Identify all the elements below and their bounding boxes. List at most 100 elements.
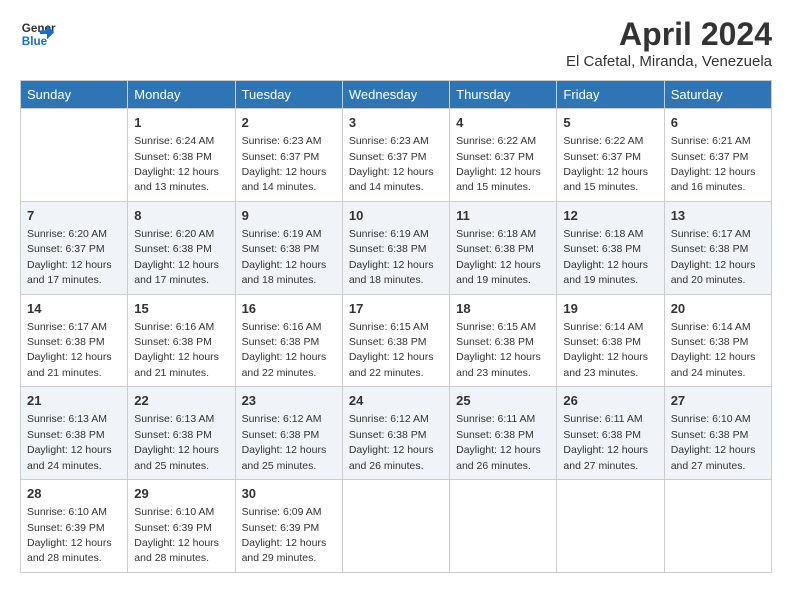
day-number: 29 <box>134 485 228 503</box>
day-info: Sunrise: 6:10 AMSunset: 6:39 PMDaylight:… <box>27 506 112 564</box>
calendar-cell: 7 Sunrise: 6:20 AMSunset: 6:37 PMDaylight… <box>21 201 128 294</box>
calendar-cell: 30 Sunrise: 6:09 AMSunset: 6:39 PMDayligh… <box>235 480 342 573</box>
day-header-saturday: Saturday <box>664 81 771 109</box>
day-header-wednesday: Wednesday <box>342 81 449 109</box>
day-number: 1 <box>134 114 228 132</box>
day-header-friday: Friday <box>557 81 664 109</box>
calendar-cell: 27Sunrise: 6:10 AMSunset: 6:38 PMDayligh… <box>664 387 771 480</box>
header-row: SundayMondayTuesdayWednesdayThursdayFrid… <box>21 81 772 109</box>
day-number: 12 <box>563 207 657 225</box>
day-info: Sunrise: 6:12 AMSunset: 6:38 PMDaylight:… <box>349 413 434 471</box>
day-info: Sunrise: 6:16 AMSunset: 6:38 PMDaylight:… <box>242 321 327 379</box>
day-header-thursday: Thursday <box>450 81 557 109</box>
calendar-cell <box>664 480 771 573</box>
day-number: 24 <box>349 392 443 410</box>
calendar-cell <box>557 480 664 573</box>
header: General Blue April 2024 El Cafetal, Mira… <box>20 16 772 70</box>
day-info: Sunrise: 6:17 AMSunset: 6:38 PMDaylight:… <box>671 228 756 286</box>
day-number: 28 <box>27 485 121 503</box>
day-info: Sunrise: 6:09 AMSunset: 6:39 PMDaylight:… <box>242 506 327 564</box>
calendar-cell: 16 Sunrise: 6:16 AMSunset: 6:38 PMDayligh… <box>235 294 342 387</box>
title-block: April 2024 El Cafetal, Miranda, Venezuel… <box>566 16 772 70</box>
calendar-cell: 11Sunrise: 6:18 AMSunset: 6:38 PMDayligh… <box>450 201 557 294</box>
day-header-monday: Monday <box>128 81 235 109</box>
calendar-cell: 2Sunrise: 6:23 AMSunset: 6:37 PMDaylight… <box>235 109 342 202</box>
day-number: 15 <box>134 300 228 318</box>
day-number: 21 <box>27 392 121 410</box>
day-info: Sunrise: 6:13 AMSunset: 6:38 PMDaylight:… <box>134 413 219 471</box>
calendar-cell: 1 Sunrise: 6:24 AMSunset: 6:38 PMDaylight… <box>128 109 235 202</box>
day-number: 13 <box>671 207 765 225</box>
day-info: Sunrise: 6:17 AMSunset: 6:38 PMDaylight:… <box>27 321 112 379</box>
day-number: 14 <box>27 300 121 318</box>
day-info: Sunrise: 6:21 AMSunset: 6:37 PMDaylight:… <box>671 135 756 193</box>
calendar-cell: 13 Sunrise: 6:17 AMSunset: 6:38 PMDayligh… <box>664 201 771 294</box>
day-info: Sunrise: 6:23 AMSunset: 6:37 PMDaylight:… <box>242 135 327 193</box>
day-info: Sunrise: 6:16 AMSunset: 6:38 PMDaylight:… <box>134 321 219 379</box>
calendar-cell: 22 Sunrise: 6:13 AMSunset: 6:38 PMDayligh… <box>128 387 235 480</box>
calendar-cell: 8 Sunrise: 6:20 AMSunset: 6:38 PMDaylight… <box>128 201 235 294</box>
calendar-cell: 5Sunrise: 6:22 AMSunset: 6:37 PMDaylight… <box>557 109 664 202</box>
calendar-cell: 21 Sunrise: 6:13 AMSunset: 6:38 PMDayligh… <box>21 387 128 480</box>
day-info: Sunrise: 6:19 AMSunset: 6:38 PMDaylight:… <box>242 228 327 286</box>
day-info: Sunrise: 6:15 AMSunset: 6:38 PMDaylight:… <box>456 321 541 379</box>
day-number: 7 <box>27 207 121 225</box>
week-row: 1 Sunrise: 6:24 AMSunset: 6:38 PMDaylight… <box>21 109 772 202</box>
day-number: 9 <box>242 207 336 225</box>
calendar-cell: 6 Sunrise: 6:21 AMSunset: 6:37 PMDaylight… <box>664 109 771 202</box>
day-info: Sunrise: 6:24 AMSunset: 6:38 PMDaylight:… <box>134 135 219 193</box>
calendar-cell: 24 Sunrise: 6:12 AMSunset: 6:38 PMDayligh… <box>342 387 449 480</box>
day-info: Sunrise: 6:20 AMSunset: 6:38 PMDaylight:… <box>134 228 219 286</box>
calendar-cell: 19 Sunrise: 6:14 AMSunset: 6:38 PMDayligh… <box>557 294 664 387</box>
day-number: 30 <box>242 485 336 503</box>
page-title: April 2024 <box>566 16 772 53</box>
day-info: Sunrise: 6:15 AMSunset: 6:38 PMDaylight:… <box>349 321 434 379</box>
logo-icon: General Blue <box>20 16 56 52</box>
day-number: 10 <box>349 207 443 225</box>
day-info: Sunrise: 6:22 AMSunset: 6:37 PMDaylight:… <box>456 135 541 193</box>
calendar-cell: 18 Sunrise: 6:15 AMSunset: 6:38 PMDayligh… <box>450 294 557 387</box>
page-subtitle: El Cafetal, Miranda, Venezuela <box>566 53 772 70</box>
calendar-cell <box>342 480 449 573</box>
calendar-cell: 9 Sunrise: 6:19 AMSunset: 6:38 PMDaylight… <box>235 201 342 294</box>
day-info: Sunrise: 6:19 AMSunset: 6:38 PMDaylight:… <box>349 228 434 286</box>
calendar-cell: 23 Sunrise: 6:12 AMSunset: 6:38 PMDayligh… <box>235 387 342 480</box>
calendar-cell: 10 Sunrise: 6:19 AMSunset: 6:38 PMDayligh… <box>342 201 449 294</box>
day-number: 8 <box>134 207 228 225</box>
day-number: 22 <box>134 392 228 410</box>
day-info: Sunrise: 6:18 AMSunset: 6:38 PMDaylight:… <box>563 228 648 286</box>
day-number: 17 <box>349 300 443 318</box>
day-info: Sunrise: 6:18 AMSunset: 6:38 PMDaylight:… <box>456 228 541 286</box>
calendar-table: SundayMondayTuesdayWednesdayThursdayFrid… <box>20 80 772 573</box>
calendar-cell: 28 Sunrise: 6:10 AMSunset: 6:39 PMDayligh… <box>21 480 128 573</box>
day-number: 16 <box>242 300 336 318</box>
calendar-cell: 3Sunrise: 6:23 AMSunset: 6:37 PMDaylight… <box>342 109 449 202</box>
logo: General Blue <box>20 16 56 52</box>
day-info: Sunrise: 6:12 AMSunset: 6:38 PMDaylight:… <box>242 413 327 471</box>
day-number: 18 <box>456 300 550 318</box>
week-row: 21 Sunrise: 6:13 AMSunset: 6:38 PMDayligh… <box>21 387 772 480</box>
calendar-cell: 15 Sunrise: 6:16 AMSunset: 6:38 PMDayligh… <box>128 294 235 387</box>
day-number: 25 <box>456 392 550 410</box>
day-info: Sunrise: 6:14 AMSunset: 6:38 PMDaylight:… <box>671 321 756 379</box>
calendar-cell <box>21 109 128 202</box>
day-info: Sunrise: 6:20 AMSunset: 6:37 PMDaylight:… <box>27 228 112 286</box>
calendar-cell: 12 Sunrise: 6:18 AMSunset: 6:38 PMDayligh… <box>557 201 664 294</box>
day-info: Sunrise: 6:11 AMSunset: 6:38 PMDaylight:… <box>456 413 541 471</box>
day-header-tuesday: Tuesday <box>235 81 342 109</box>
day-info: Sunrise: 6:23 AMSunset: 6:37 PMDaylight:… <box>349 135 434 193</box>
calendar-cell: 25 Sunrise: 6:11 AMSunset: 6:38 PMDayligh… <box>450 387 557 480</box>
day-info: Sunrise: 6:14 AMSunset: 6:38 PMDaylight:… <box>563 321 648 379</box>
calendar-cell: 26Sunrise: 6:11 AMSunset: 6:38 PMDayligh… <box>557 387 664 480</box>
day-header-sunday: Sunday <box>21 81 128 109</box>
day-number: 19 <box>563 300 657 318</box>
calendar-cell: 4Sunrise: 6:22 AMSunset: 6:37 PMDaylight… <box>450 109 557 202</box>
day-number: 23 <box>242 392 336 410</box>
day-number: 6 <box>671 114 765 132</box>
day-number: 20 <box>671 300 765 318</box>
calendar-cell: 20 Sunrise: 6:14 AMSunset: 6:38 PMDayligh… <box>664 294 771 387</box>
day-info: Sunrise: 6:10 AMSunset: 6:39 PMDaylight:… <box>134 506 219 564</box>
day-info: Sunrise: 6:13 AMSunset: 6:38 PMDaylight:… <box>27 413 112 471</box>
day-info: Sunrise: 6:22 AMSunset: 6:37 PMDaylight:… <box>563 135 648 193</box>
week-row: 7 Sunrise: 6:20 AMSunset: 6:37 PMDaylight… <box>21 201 772 294</box>
